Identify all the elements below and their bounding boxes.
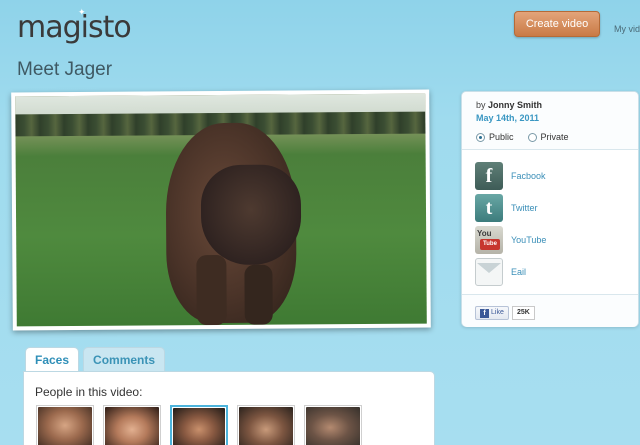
like-count: 25K <box>512 306 535 320</box>
face-image <box>105 407 159 445</box>
face-image <box>38 407 92 445</box>
face-thumbnail[interactable] <box>304 405 362 445</box>
face-list <box>36 405 362 445</box>
video-title: Meet Jager <box>17 59 113 80</box>
face-thumbnail-selected[interactable] <box>170 405 228 445</box>
video-frame-image[interactable] <box>15 93 427 327</box>
tab-faces[interactable]: Faces <box>25 347 80 371</box>
share-facebook-label: Facbook <box>511 171 546 181</box>
share-twitter[interactable]: t Twitter <box>475 194 538 222</box>
private-radio[interactable] <box>527 132 537 142</box>
share-email[interactable]: Eail <box>475 258 526 286</box>
public-radio[interactable] <box>476 132 485 142</box>
face-image <box>239 407 293 445</box>
logo-text: magisto <box>17 10 132 45</box>
dog-leg <box>196 254 227 326</box>
author-name[interactable]: Jonny Smith <box>488 100 542 110</box>
people-heading: People in this video: <box>35 385 143 399</box>
tab-comments[interactable]: Comments <box>83 347 166 371</box>
email-icon <box>475 258 503 286</box>
like-area: f Like 25K <box>462 294 638 327</box>
dog-leg <box>244 264 273 325</box>
video-player[interactable] <box>11 89 431 331</box>
face-thumbnail[interactable] <box>103 405 161 445</box>
private-label[interactable]: Private <box>541 132 569 142</box>
faces-panel: People in this video: <box>23 371 435 445</box>
facebook-icon: f <box>475 162 503 190</box>
like-label: Like <box>491 309 504 316</box>
face-image <box>173 408 225 445</box>
share-youtube-label: YouTube <box>511 235 547 245</box>
share-youtube[interactable]: You Tube YouTube <box>475 226 546 254</box>
magisto-logo[interactable]: magisto ✦ <box>17 8 132 45</box>
twitter-icon: t <box>475 194 503 222</box>
author-line: by Jonny Smith <box>476 100 542 110</box>
video-date: May 14th, 2011 <box>476 113 540 123</box>
share-twitter-label: Twitter <box>511 203 538 213</box>
public-label[interactable]: Public <box>489 132 514 142</box>
facebook-like-button[interactable]: f Like <box>475 306 509 320</box>
face-thumbnail[interactable] <box>237 405 295 445</box>
share-facebook[interactable]: f Facbook <box>475 162 546 190</box>
youtube-icon: You Tube <box>475 226 503 254</box>
face-image <box>306 407 360 445</box>
by-prefix: by <box>476 100 486 110</box>
privacy-options: Public Private <box>476 132 569 142</box>
video-meta: by Jonny Smith May 14th, 2011 Public Pri… <box>462 92 638 150</box>
face-thumbnail[interactable] <box>36 405 94 445</box>
share-email-label: Eail <box>511 267 527 277</box>
video-info-panel: by Jonny Smith May 14th, 2011 Public Pri… <box>461 91 639 327</box>
content-tabs: Faces Comments <box>25 347 166 371</box>
facebook-like-icon: f <box>480 308 489 318</box>
dog-head <box>200 164 302 266</box>
logo-star-icon: ✦ <box>78 8 85 18</box>
create-video-button[interactable]: Create video <box>514 11 600 37</box>
my-videos-link[interactable]: My vid <box>614 24 640 34</box>
